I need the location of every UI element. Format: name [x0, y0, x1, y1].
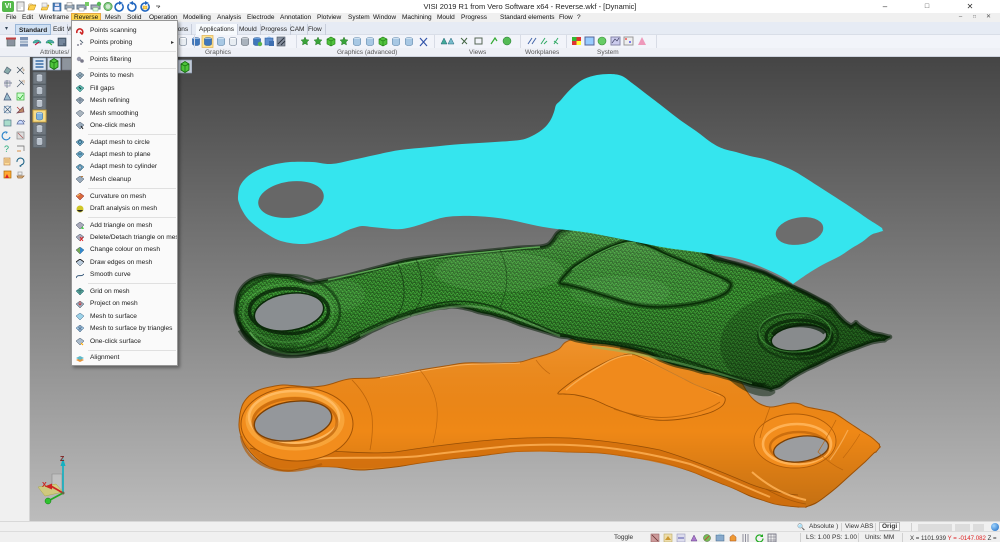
- svg-text:Z: Z: [60, 456, 65, 463]
- svg-text:?: ?: [4, 144, 9, 154]
- svg-text:X: X: [42, 482, 47, 489]
